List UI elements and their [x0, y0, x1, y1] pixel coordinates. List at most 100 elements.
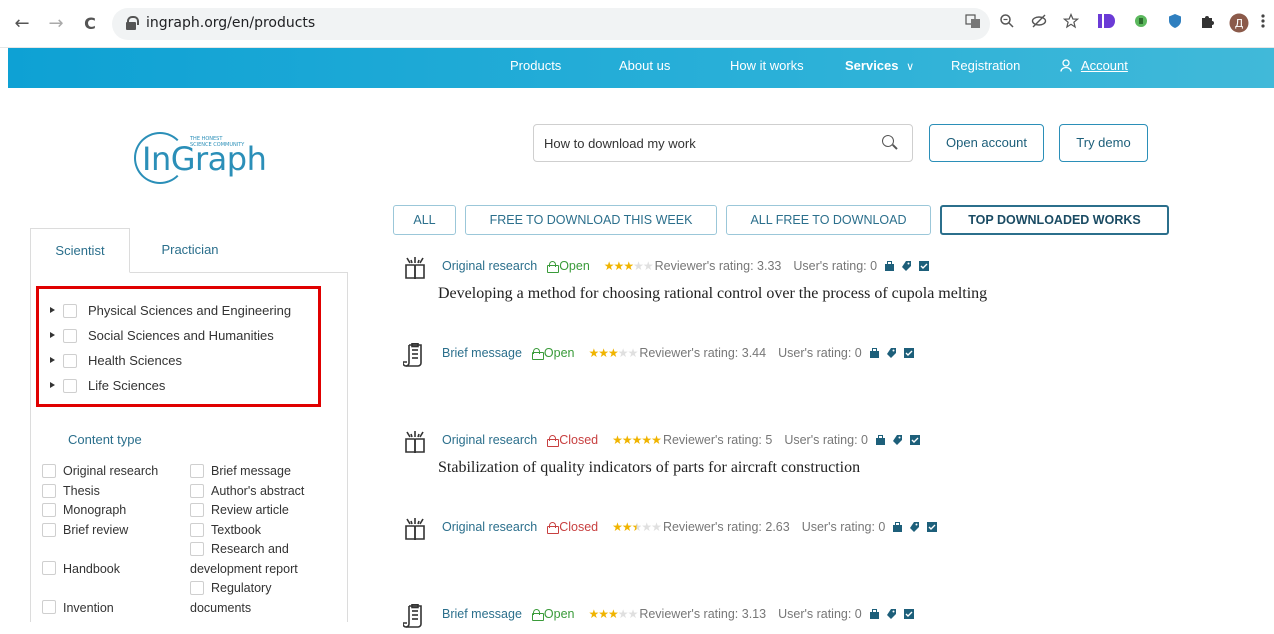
bag-icon[interactable]: [869, 347, 879, 358]
filter-all[interactable]: ALL: [393, 205, 456, 235]
user-icon: [1060, 59, 1072, 72]
checkbox-brief-review[interactable]: [42, 523, 56, 537]
id-extension-icon[interactable]: [1096, 13, 1118, 35]
access-status: Open: [547, 259, 590, 273]
user-rating: User's rating: 0: [793, 259, 878, 273]
star-empty-icon: ★: [641, 520, 652, 534]
result-type[interactable]: Original research: [442, 433, 537, 447]
access-status: Open: [531, 346, 575, 360]
nav-about-us[interactable]: About us: [619, 58, 670, 73]
forward-icon[interactable]: →: [44, 12, 68, 36]
tag-icon[interactable]: [886, 608, 896, 619]
tab-practician[interactable]: Practician: [140, 228, 240, 273]
result-type[interactable]: Brief message: [442, 607, 522, 621]
content-type-label: Brief message: [211, 464, 291, 478]
content-type-label: Textbook: [211, 523, 262, 537]
star-icon: ★: [612, 520, 623, 534]
ingraph-logo[interactable]: THE HONEST SCIENCE COMMUNITY InGraph: [128, 130, 278, 190]
filter-top-downloaded[interactable]: TOP DOWNLOADED WORKS: [940, 205, 1169, 235]
star-rating: ★★★★★: [588, 607, 639, 621]
checkbox-invention[interactable]: [42, 600, 56, 614]
reviewer-rating: Reviewer's rating: 3.33: [654, 259, 782, 273]
star-rating: ★★★★★: [604, 259, 654, 273]
search-input[interactable]: How to download my work: [533, 124, 913, 162]
shield-icon[interactable]: [1164, 13, 1186, 35]
checkbox-authors-abstract[interactable]: [190, 484, 204, 498]
result-meta: Brief message Open ★★★★★ Reviewer's rating:…: [442, 607, 914, 625]
checkbox-monograph[interactable]: [42, 503, 56, 517]
highlight-box: [36, 286, 321, 407]
checkbox-thesis[interactable]: [42, 484, 56, 498]
star-icon: ★: [651, 433, 662, 447]
tag-icon[interactable]: [902, 260, 912, 271]
checkbox-brief-message[interactable]: [190, 464, 204, 478]
result-meta: Original research Closed ★★★★★ Reviewer's r…: [442, 520, 938, 538]
tag-icon[interactable]: [910, 521, 920, 532]
result-type[interactable]: Original research: [442, 520, 537, 534]
bag-icon[interactable]: [885, 260, 895, 271]
checkbox-regulatory-documents[interactable]: [190, 581, 204, 595]
star-bookmark-icon[interactable]: [1060, 12, 1082, 35]
checkbox-textbook[interactable]: [190, 523, 204, 537]
logo-wordmark: InGraph: [142, 140, 267, 178]
checkbox-icon[interactable]: [909, 434, 920, 445]
address-bar[interactable]: ingraph.org/en/products: [112, 8, 990, 40]
nav-services-label: Services: [845, 58, 899, 73]
eye-off-icon[interactable]: [1028, 13, 1050, 35]
search-icon[interactable]: [882, 135, 898, 151]
checkbox-icon[interactable]: [903, 608, 914, 619]
access-status: Closed: [547, 520, 598, 534]
zoom-icon[interactable]: [996, 13, 1018, 35]
lock-icon: [531, 609, 544, 621]
checkbox-icon[interactable]: [903, 347, 914, 358]
checkbox-review-article[interactable]: [190, 503, 204, 517]
result-type[interactable]: Original research: [442, 259, 537, 273]
star-empty-icon: ★: [642, 259, 654, 273]
lock-icon: [126, 16, 139, 30]
bag-icon[interactable]: [875, 434, 885, 445]
bag-icon[interactable]: [893, 521, 903, 532]
puzzle-icon[interactable]: [1196, 13, 1218, 35]
nav-account[interactable]: Account: [1060, 58, 1128, 73]
checkbox-handbook[interactable]: [42, 561, 56, 575]
bag-icon[interactable]: [869, 608, 879, 619]
tag-icon[interactable]: [886, 347, 896, 358]
filter-free-this-week[interactable]: FREE TO DOWNLOAD THIS WEEK: [465, 205, 717, 235]
nav-services[interactable]: Services ∨: [845, 58, 914, 73]
user-rating: User's rating: 0: [778, 607, 862, 621]
translate-icon[interactable]: [962, 13, 984, 35]
scroll-icon: [402, 342, 427, 369]
try-demo-button[interactable]: Try demo: [1059, 124, 1148, 162]
filter-all-free[interactable]: ALL FREE TO DOWNLOAD: [726, 205, 931, 235]
tab-scientist[interactable]: Scientist: [30, 228, 130, 273]
checkbox-icon[interactable]: [927, 521, 938, 532]
reviewer-rating: Reviewer's rating: 3.13: [639, 607, 767, 621]
star-empty-icon: ★: [617, 607, 629, 621]
star-icon: ★: [608, 607, 619, 621]
checkbox-icon[interactable]: [919, 260, 930, 271]
half-star-icon: ★: [631, 520, 643, 534]
checkbox-original-research[interactable]: [42, 464, 56, 478]
tag-icon[interactable]: [892, 434, 902, 445]
result-title[interactable]: Developing a method for choosing rationa…: [438, 285, 987, 303]
content-type-label: development report: [190, 562, 298, 576]
star-icon: ★: [621, 520, 633, 534]
result-meta: Brief message Open ★★★★★ Reviewer's rating:…: [442, 346, 914, 364]
nav-products[interactable]: Products: [510, 58, 561, 73]
extension-green-icon[interactable]: [1130, 13, 1152, 35]
result-type[interactable]: Brief message: [442, 346, 522, 360]
checkbox-research-report[interactable]: [190, 542, 204, 556]
menu-dots-icon[interactable]: [1252, 13, 1274, 35]
result-title[interactable]: Stabilization of quality indicators of p…: [438, 459, 860, 477]
profile-avatar-icon[interactable]: Д: [1228, 13, 1250, 35]
user-rating: User's rating: 0: [784, 433, 868, 447]
back-icon[interactable]: ←: [10, 12, 34, 36]
search-value: How to download my work: [544, 136, 696, 151]
nav-registration[interactable]: Registration: [951, 58, 1020, 73]
star-icon: ★: [588, 607, 600, 621]
nav-how-it-works[interactable]: How it works: [730, 58, 804, 73]
open-account-button[interactable]: Open account: [929, 124, 1044, 162]
reload-icon[interactable]: C: [78, 12, 102, 36]
star-empty-icon: ★: [627, 607, 639, 621]
content-type-label: documents: [190, 601, 252, 615]
